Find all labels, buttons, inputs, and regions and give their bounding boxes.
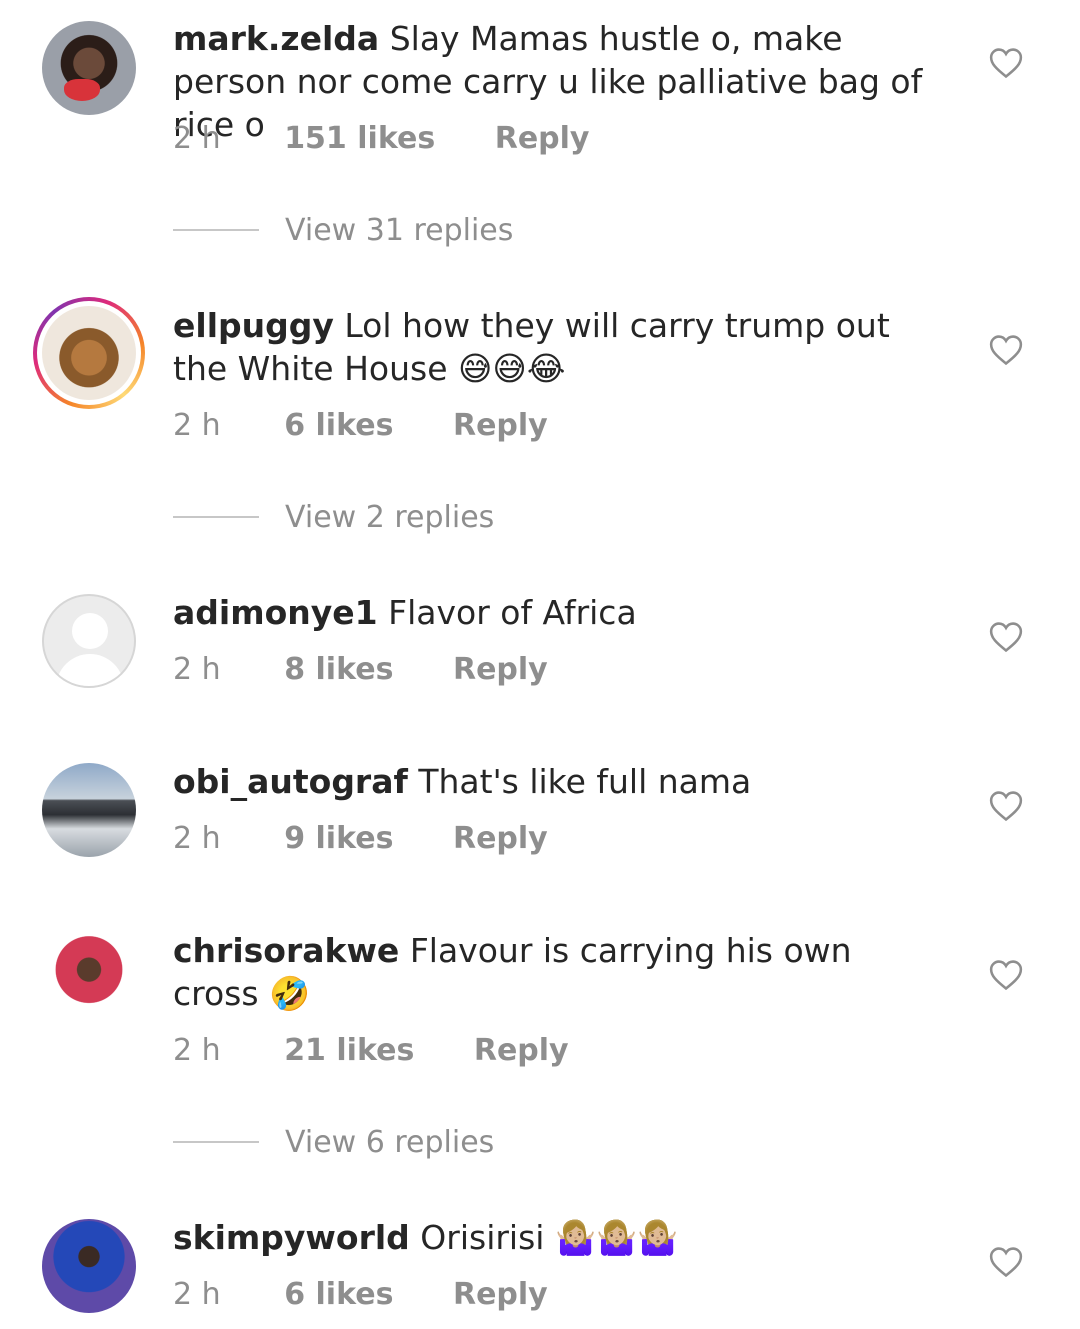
comment-body: That's like full nama bbox=[418, 762, 752, 801]
comment-time: 2 h bbox=[173, 652, 221, 687]
comment-meta: 2 h 6 likes Reply bbox=[173, 408, 598, 444]
comment-meta: 2 h 6 likes Reply bbox=[173, 1277, 598, 1313]
view-replies-button[interactable]: View 2 replies bbox=[173, 497, 494, 537]
view-replies-label: View 6 replies bbox=[285, 1124, 495, 1160]
avatar-story-ring[interactable] bbox=[33, 297, 145, 409]
reply-button[interactable]: Reply bbox=[495, 121, 590, 156]
reply-button[interactable]: Reply bbox=[453, 652, 548, 687]
heart-outline-icon[interactable] bbox=[989, 334, 1023, 366]
avatar[interactable] bbox=[42, 932, 136, 1026]
comment-emoji: 🤷🏼‍♀️🤷🏼‍♀️🤷🏼‍♀️ bbox=[554, 1218, 679, 1257]
heart-outline-icon[interactable] bbox=[989, 621, 1023, 653]
avatar[interactable] bbox=[42, 763, 136, 857]
comment-text: obi_autograf That's like full nama bbox=[173, 760, 943, 803]
comment-meta: 2 h 9 likes Reply bbox=[173, 821, 598, 857]
default-user-icon[interactable] bbox=[42, 594, 136, 688]
comment-time: 2 h bbox=[173, 1277, 221, 1312]
replies-divider-line bbox=[173, 1141, 259, 1143]
comment-likes[interactable]: 6 likes bbox=[284, 1277, 393, 1312]
avatar[interactable] bbox=[42, 21, 136, 115]
comment-emoji: 😅😅😂 bbox=[458, 349, 566, 388]
view-replies-button[interactable]: View 6 replies bbox=[173, 1122, 494, 1162]
comment-text: chrisorakwe Flavour is carrying his own … bbox=[173, 929, 943, 1015]
comment-text: adimonye1 Flavor of Africa bbox=[173, 591, 943, 634]
heart-outline-icon[interactable] bbox=[989, 790, 1023, 822]
heart-outline-icon[interactable] bbox=[989, 959, 1023, 991]
comment-meta: 2 h 151 likes Reply bbox=[173, 121, 639, 157]
comment-username[interactable]: obi_autograf bbox=[173, 762, 408, 801]
view-replies-label: View 31 replies bbox=[285, 212, 514, 248]
avatar[interactable] bbox=[42, 1219, 136, 1313]
view-replies-button[interactable]: View 31 replies bbox=[173, 210, 513, 250]
comment-username[interactable]: mark.zelda bbox=[173, 19, 379, 58]
comment-body: Flavor of Africa bbox=[388, 593, 637, 632]
comment-body: Orisirisi bbox=[420, 1218, 545, 1257]
comment-emoji: 🤣 bbox=[269, 974, 311, 1013]
heart-outline-icon[interactable] bbox=[989, 1246, 1023, 1278]
comment-username[interactable]: ellpuggy bbox=[173, 306, 334, 345]
comment-likes[interactable]: 151 likes bbox=[284, 121, 435, 156]
reply-button[interactable]: Reply bbox=[453, 821, 548, 856]
comment-text: skimpyworld Orisirisi 🤷🏼‍♀️🤷🏼‍♀️🤷🏼‍♀️ bbox=[173, 1216, 943, 1259]
comment-meta: 2 h 21 likes Reply bbox=[173, 1033, 619, 1069]
comment-time: 2 h bbox=[173, 408, 221, 443]
comment-username[interactable]: skimpyworld bbox=[173, 1218, 410, 1257]
heart-outline-icon[interactable] bbox=[989, 47, 1023, 79]
reply-button[interactable]: Reply bbox=[474, 1033, 569, 1068]
comment-likes[interactable]: 6 likes bbox=[284, 408, 393, 443]
comment-time: 2 h bbox=[173, 821, 221, 856]
comment-likes[interactable]: 21 likes bbox=[284, 1033, 414, 1068]
comment-username[interactable]: chrisorakwe bbox=[173, 931, 399, 970]
reply-button[interactable]: Reply bbox=[453, 408, 548, 443]
comment-meta: 2 h 8 likes Reply bbox=[173, 652, 598, 688]
comment-text: ellpuggy Lol how they will carry trump o… bbox=[173, 304, 943, 390]
view-replies-label: View 2 replies bbox=[285, 499, 495, 535]
comment-time: 2 h bbox=[173, 1033, 221, 1068]
replies-divider-line bbox=[173, 229, 259, 231]
comment-time: 2 h bbox=[173, 121, 221, 156]
reply-button[interactable]: Reply bbox=[453, 1277, 548, 1312]
comment-likes[interactable]: 8 likes bbox=[284, 652, 393, 687]
avatar bbox=[42, 306, 136, 400]
comment-username[interactable]: adimonye1 bbox=[173, 593, 378, 632]
replies-divider-line bbox=[173, 516, 259, 518]
comment-likes[interactable]: 9 likes bbox=[284, 821, 393, 856]
